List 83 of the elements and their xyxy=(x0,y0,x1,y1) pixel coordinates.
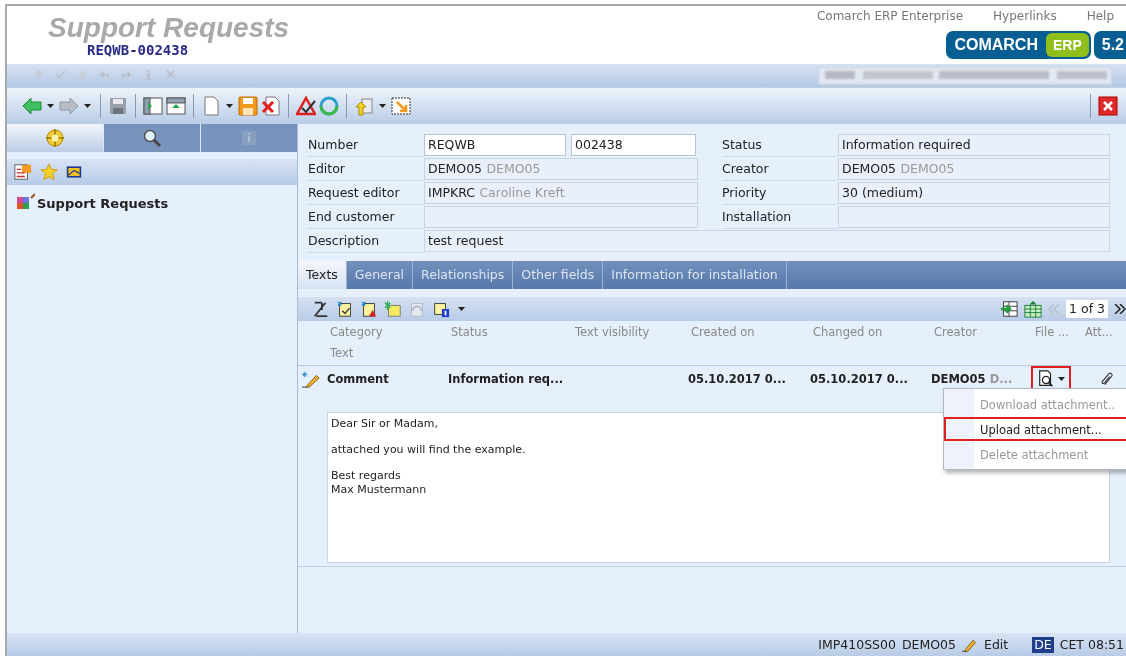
input-field[interactable]: 002438 xyxy=(571,134,696,156)
page-title: Support Requests xyxy=(48,14,290,42)
input-field[interactable]: IMPKRC Caroline Kreft xyxy=(424,182,698,204)
table-import-icon[interactable] xyxy=(1024,300,1043,318)
text-line: Best regards xyxy=(331,469,401,483)
tree-item[interactable]: Support Requests xyxy=(37,195,169,211)
header-link[interactable]: Help xyxy=(1086,9,1114,23)
tab[interactable]: Information for installation xyxy=(603,261,787,289)
info-icon xyxy=(239,128,259,148)
input-field[interactable]: 30 (medium) xyxy=(838,182,1110,204)
language-badge: DE xyxy=(1032,636,1054,653)
text-line: attached you will find the example. xyxy=(331,443,526,457)
save-icon[interactable] xyxy=(238,96,258,116)
column-header[interactable]: Status xyxy=(447,324,571,341)
system-name: IMP410SS00 xyxy=(818,637,896,652)
record-number: REQWB-002438 xyxy=(87,42,189,59)
export-icon[interactable] xyxy=(391,96,411,116)
panel-top-icon[interactable] xyxy=(166,96,186,116)
column-header[interactable]: Created on xyxy=(687,324,809,341)
version-badge: 5.2 xyxy=(1093,31,1126,59)
column-header[interactable]: Changed on xyxy=(809,324,930,341)
input-field[interactable] xyxy=(838,206,1110,228)
tab[interactable]: Other fields xyxy=(513,261,604,289)
column-header[interactable]: Text xyxy=(326,345,447,362)
column-header[interactable]: Att... xyxy=(1081,324,1126,341)
forward-arrow-icon[interactable] xyxy=(59,96,79,116)
back-arrow-icon[interactable] xyxy=(22,96,42,116)
delete-document-icon[interactable] xyxy=(261,96,281,116)
close-icon[interactable] xyxy=(1098,96,1118,116)
tab[interactable]: Relationships xyxy=(413,261,514,289)
text-line: Max Mustermann xyxy=(331,483,427,497)
caret-icon[interactable] xyxy=(84,104,91,108)
note-sparkle-icon[interactable] xyxy=(384,300,402,318)
new-document-icon[interactable] xyxy=(201,96,221,116)
note-warning-icon[interactable] xyxy=(360,300,378,318)
crosshair-icon xyxy=(45,128,65,148)
header-link[interactable]: Hyperlinks xyxy=(993,9,1057,23)
next-page-icon[interactable] xyxy=(1114,304,1126,314)
table-cell-text: 05.10.2017 0... xyxy=(809,372,909,386)
caret-icon xyxy=(1058,377,1065,381)
table-cell-text: Information req... xyxy=(447,372,565,386)
panel-left-icon[interactable] xyxy=(143,96,163,116)
page-indicator: 1 of 3 xyxy=(1066,300,1108,318)
note-check-icon[interactable] xyxy=(336,300,354,318)
user-name: DEMO05 xyxy=(901,637,956,652)
input-field[interactable]: REQWB xyxy=(424,134,566,156)
caret-icon[interactable] xyxy=(47,104,54,108)
brand-logo: COMARCH ERP xyxy=(946,31,1091,59)
tab[interactable]: Texts xyxy=(298,261,347,289)
table-cell-text: 05.10.2017 0... xyxy=(687,372,787,386)
triangle-check-icon[interactable] xyxy=(296,96,316,116)
list-chart-icon[interactable] xyxy=(14,163,32,181)
caret-icon[interactable] xyxy=(379,104,386,108)
table-cell-text: Comment xyxy=(326,372,390,386)
sidebar-tab[interactable] xyxy=(104,124,200,152)
picture-icon[interactable] xyxy=(66,164,82,180)
edit-text-icon[interactable] xyxy=(312,300,330,318)
caret-icon[interactable] xyxy=(226,104,233,108)
input-field[interactable]: DEMO05 DEMO05 xyxy=(424,158,698,180)
input-field[interactable]: DEMO05 DEMO05 xyxy=(838,158,1110,180)
menu-item[interactable]: Upload attachment... xyxy=(944,417,1126,441)
column-header[interactable]: Category xyxy=(326,324,447,341)
note-info-icon[interactable] xyxy=(432,300,450,318)
input-field[interactable]: test request xyxy=(424,230,1110,252)
header-link[interactable]: Comarch ERP Enterprise xyxy=(816,9,964,23)
text-line: Dear Sir or Madam, xyxy=(331,417,438,431)
tab[interactable]: General xyxy=(346,261,414,289)
document-arrow-icon[interactable] xyxy=(354,96,374,116)
column-header[interactable]: Text visibility xyxy=(571,324,687,341)
table-export-icon[interactable] xyxy=(1000,300,1019,318)
table-cell-text: DEMO05 D... xyxy=(930,372,1014,386)
caret-icon[interactable] xyxy=(458,307,465,311)
paperclip-icon[interactable] xyxy=(1100,371,1116,387)
column-header[interactable]: File ... xyxy=(1031,324,1081,341)
column-header[interactable]: Creator xyxy=(930,324,1031,341)
pencil-sparkle-icon xyxy=(302,370,320,388)
input-field[interactable] xyxy=(424,206,698,228)
star-icon[interactable] xyxy=(40,163,58,181)
sidebar-tab[interactable] xyxy=(7,124,103,152)
mode-label: Edit xyxy=(984,637,1009,652)
time-label: CET 08:51 xyxy=(1059,637,1124,652)
input-field[interactable]: Information required xyxy=(838,134,1110,156)
search-icon xyxy=(142,128,162,148)
